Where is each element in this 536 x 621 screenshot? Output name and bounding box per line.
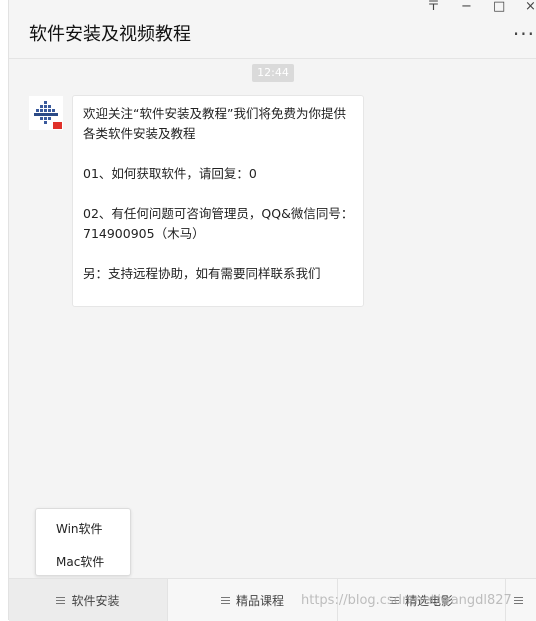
message-line: 01、如何获取软件，请回复：0 bbox=[83, 166, 257, 181]
menu-tab-label: 精品课程 bbox=[235, 593, 284, 608]
avatar[interactable] bbox=[29, 96, 63, 130]
title-bar: 软件安装及视频教程 〒 − □ × ··· bbox=[9, 0, 536, 59]
chat-window: 软件安装及视频教程 〒 − □ × ··· 12:44 欢迎关注“软件安装及教程… bbox=[8, 0, 536, 621]
chat-title: 软件安装及视频教程 bbox=[29, 24, 191, 45]
message-bubble: 欢迎关注“软件安装及教程”我们将免费为你提供各类软件安装及教程 01、如何获取软… bbox=[72, 95, 364, 307]
pin-icon[interactable]: 〒 bbox=[427, 0, 440, 14]
message-line: 02、有任何问题可咨询管理员，QQ&微信同号：714900905（木马） bbox=[83, 206, 354, 241]
menu-tab-label: 软件安装 bbox=[71, 593, 120, 608]
account-logo-icon bbox=[29, 96, 63, 130]
menu-list-icon bbox=[56, 595, 66, 606]
menu-list-icon bbox=[220, 595, 230, 606]
submenu-item-win[interactable]: Win软件 bbox=[56, 520, 103, 537]
message-line: 欢迎关注“软件安装及教程”我们将免费为你提供各类软件安装及教程 bbox=[83, 106, 346, 141]
submenu-item-mac[interactable]: Mac软件 bbox=[56, 553, 104, 570]
watermark: https://blog.csdn.net/wangdl827 bbox=[301, 593, 512, 608]
menu-tab-software-install[interactable]: 软件安装 bbox=[9, 579, 167, 621]
more-options-button[interactable]: ··· bbox=[513, 24, 535, 44]
menu-list-icon bbox=[514, 595, 523, 606]
software-install-submenu: Win软件 Mac软件 bbox=[35, 508, 131, 576]
maximize-button[interactable]: □ bbox=[493, 0, 505, 14]
minimize-button[interactable]: − bbox=[461, 0, 472, 14]
message-timestamp: 12:44 bbox=[252, 64, 294, 82]
message-line: 另：支持远程协助，如有需要同样联系我们 bbox=[83, 266, 321, 281]
close-button[interactable]: × bbox=[525, 0, 536, 14]
